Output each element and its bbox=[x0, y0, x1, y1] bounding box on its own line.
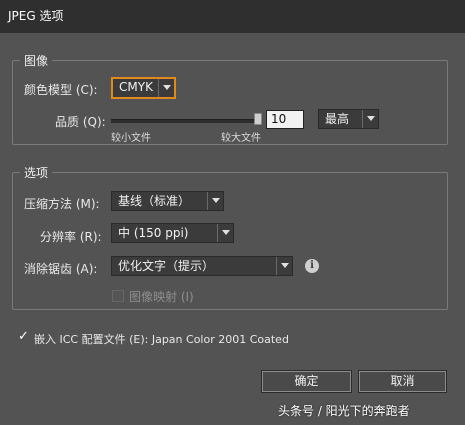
icc-label: 嵌入 ICC 配置文件 (E): Japan Color 2001 Coated bbox=[34, 333, 289, 346]
quality-slider-track[interactable] bbox=[111, 119, 261, 123]
resolution-label: 分辨率 (R): bbox=[40, 230, 102, 244]
ok-button[interactable]: 确定 bbox=[261, 370, 352, 393]
antialias-label: 消除锯齿 (A): bbox=[24, 262, 98, 276]
resolution-select[interactable]: 中 (150 ppi) bbox=[111, 223, 234, 243]
info-icon[interactable]: i bbox=[305, 259, 319, 273]
antialias-select[interactable]: 优化文字（提示） bbox=[111, 256, 293, 276]
quality-slider-thumb[interactable] bbox=[254, 113, 262, 125]
imagemap-checkbox[interactable] bbox=[112, 290, 124, 302]
jpeg-options-dialog: 图像 颜色模型 (C): CMYK 品质 (Q): 10 最高 较小文件 较大文… bbox=[0, 33, 465, 425]
chevron-down-icon bbox=[207, 192, 223, 210]
icc-checkbox[interactable] bbox=[18, 331, 30, 343]
chevron-down-icon bbox=[362, 110, 378, 128]
cancel-button-label: 取消 bbox=[390, 374, 415, 388]
chevron-down-icon bbox=[276, 257, 292, 275]
quality-label: 品质 (Q): bbox=[55, 115, 106, 129]
color-model-label: 颜色模型 (C): bbox=[24, 83, 98, 97]
quality-preset-value: 最高 bbox=[325, 112, 350, 126]
image-group-legend: 图像 bbox=[20, 52, 53, 69]
color-model-value: CMYK bbox=[119, 80, 153, 94]
options-group-legend: 选项 bbox=[20, 164, 53, 181]
chevron-down-icon bbox=[158, 79, 174, 97]
resolution-value: 中 (150 ppi) bbox=[118, 226, 189, 240]
compression-select[interactable]: 基线（标准） bbox=[111, 191, 224, 211]
quality-input[interactable]: 10 bbox=[266, 110, 304, 129]
color-model-select[interactable]: CMYK bbox=[111, 77, 176, 99]
quality-input-value: 10 bbox=[271, 112, 287, 126]
antialias-value: 优化文字（提示） bbox=[118, 259, 215, 273]
slider-min-label: 较小文件 bbox=[111, 133, 151, 144]
watermark-text: 头条号 / 阳光下的奔跑者 bbox=[278, 404, 410, 418]
window-title: JPEG 选项 bbox=[8, 9, 64, 23]
title-bar: JPEG 选项 bbox=[0, 0, 465, 33]
ok-button-label: 确定 bbox=[294, 374, 319, 388]
chevron-down-icon bbox=[217, 224, 233, 242]
compression-label: 压缩方法 (M): bbox=[24, 197, 100, 211]
cancel-button[interactable]: 取消 bbox=[358, 370, 447, 393]
imagemap-label: 图像映射 (I) bbox=[129, 290, 194, 304]
quality-preset-select[interactable]: 最高 bbox=[318, 109, 379, 129]
compression-value: 基线（标准） bbox=[118, 194, 191, 208]
slider-max-label: 较大文件 bbox=[221, 133, 261, 144]
